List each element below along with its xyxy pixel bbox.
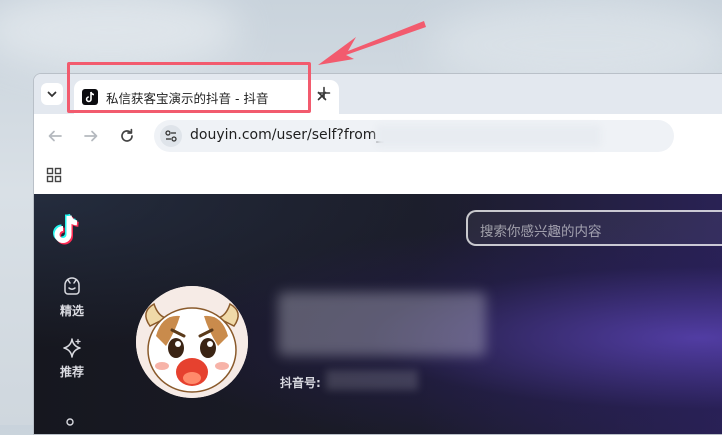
sidebar-item-recommend[interactable]: 推荐: [52, 337, 92, 380]
douyin-profile-page: 搜索你感兴趣的内容 精选 推荐 抖音号:: [34, 194, 722, 434]
browser-window: 私信获客宝演示的抖音 - 抖音 douyin.com/user/self?fro…: [33, 73, 722, 435]
back-icon[interactable]: [46, 127, 64, 145]
sidebar-item-featured[interactable]: 精选: [52, 276, 92, 319]
annotation-highlight-box: [67, 62, 311, 113]
tab-search-button[interactable]: [41, 83, 63, 105]
apps-grid-icon[interactable]: [46, 167, 62, 183]
sidebar-item-label: 精选: [59, 304, 84, 318]
profile-avatar[interactable]: [136, 286, 248, 398]
url-text: douyin.com/user/self?from_: [190, 127, 384, 143]
douyin-id-label: 抖音号:: [280, 376, 321, 390]
douyin-logo-icon[interactable]: [50, 212, 84, 248]
wallpaper-cloud: [0, 0, 240, 70]
browser-toolbar: douyin.com/user/self?from_: [34, 114, 722, 158]
site-info-button[interactable]: [160, 125, 182, 147]
sparkle-icon: [63, 338, 81, 358]
new-tab-icon[interactable]: [317, 86, 331, 100]
chevron-down-icon: [47, 91, 57, 98]
bookmarks-bar: [34, 158, 722, 195]
search-placeholder: 搜索你感兴趣的内容: [480, 224, 602, 240]
douyin-id-redacted: [326, 370, 418, 390]
reload-icon[interactable]: [118, 127, 136, 145]
forward-icon[interactable]: [82, 127, 100, 145]
sidebar-item-label: 推荐: [59, 365, 84, 379]
sidebar-more-icon[interactable]: [62, 416, 78, 432]
cartoon-bull-avatar-icon: [136, 286, 248, 398]
search-input[interactable]: 搜索你感兴趣的内容: [466, 210, 722, 246]
featured-icon: [64, 277, 80, 295]
tune-icon: [165, 130, 177, 142]
profile-name-redacted: [278, 292, 486, 356]
annotation-arrow-icon: [318, 21, 426, 65]
url-redacted: [376, 125, 601, 147]
address-bar[interactable]: douyin.com/user/self?from_: [154, 120, 674, 152]
